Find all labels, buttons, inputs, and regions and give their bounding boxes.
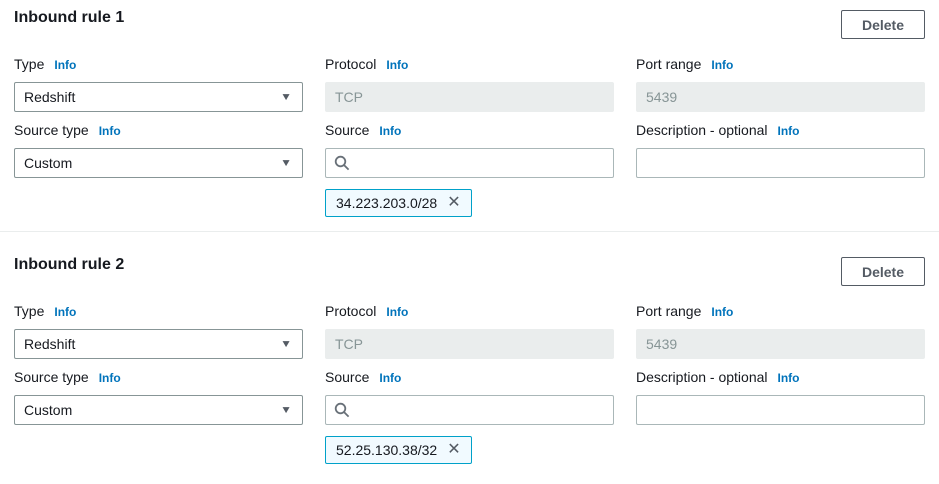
source-search-input[interactable] xyxy=(325,395,614,425)
remove-cidr-icon[interactable]: ✕ xyxy=(441,440,466,460)
description-label-row: Description - optional Info xyxy=(636,121,925,140)
protocol-field: Protocol Info xyxy=(325,302,614,359)
rule-header: Inbound rule 2 Delete xyxy=(14,255,925,286)
inbound-rule-2-section: Inbound rule 2 Delete Type Info Redshift… xyxy=(14,255,925,464)
source-type-info-link[interactable]: Info xyxy=(99,122,121,140)
source-type-label: Source type xyxy=(14,121,89,139)
description-field: Description - optional Info xyxy=(636,368,925,464)
protocol-info-link[interactable]: Info xyxy=(386,56,408,74)
source-label-row: Source Info xyxy=(325,121,614,140)
description-input[interactable] xyxy=(636,395,925,425)
type-info-link[interactable]: Info xyxy=(54,303,76,321)
source-type-info-link[interactable]: Info xyxy=(99,369,121,387)
source-search-wrap xyxy=(325,148,614,178)
rule-header: Inbound rule 1 Delete xyxy=(14,8,925,39)
port-range-info-link[interactable]: Info xyxy=(711,56,733,74)
chevron-down-icon: ▼ xyxy=(280,338,292,350)
protocol-label-row: Protocol Info xyxy=(325,55,614,74)
type-field: Type Info Redshift ▼ xyxy=(14,302,303,359)
type-select[interactable]: Redshift ▼ xyxy=(14,82,303,112)
protocol-input xyxy=(325,329,614,359)
inbound-rules-panel: Inbound rule 1 Delete Type Info Redshift… xyxy=(0,0,939,484)
source-info-link[interactable]: Info xyxy=(379,122,401,140)
source-cidr-token: 34.223.203.0/28 ✕ xyxy=(325,189,472,217)
source-search-wrap xyxy=(325,395,614,425)
port-range-label-row: Port range Info xyxy=(636,302,925,321)
description-label: Description - optional xyxy=(636,368,768,386)
type-select[interactable]: Redshift ▼ xyxy=(14,329,303,359)
source-cidr-value: 34.223.203.0/28 xyxy=(336,195,437,211)
source-type-select-value: Custom xyxy=(24,155,72,171)
type-label-row: Type Info xyxy=(14,55,303,74)
port-range-info-link[interactable]: Info xyxy=(711,303,733,321)
chevron-down-icon: ▼ xyxy=(280,157,292,169)
delete-rule-button[interactable]: Delete xyxy=(841,10,925,39)
port-range-label: Port range xyxy=(636,302,701,320)
type-select-value: Redshift xyxy=(24,89,75,105)
source-label: Source xyxy=(325,368,369,386)
source-type-select[interactable]: Custom ▼ xyxy=(14,148,303,178)
description-info-link[interactable]: Info xyxy=(778,122,800,140)
inbound-rule-1-section: Inbound rule 1 Delete Type Info Redshift… xyxy=(14,8,925,217)
rule-fields: Type Info Redshift ▼ Protocol Info Port … xyxy=(14,55,925,217)
description-label: Description - optional xyxy=(636,121,768,139)
protocol-input xyxy=(325,82,614,112)
description-label-row: Description - optional Info xyxy=(636,368,925,387)
port-range-label-row: Port range Info xyxy=(636,55,925,74)
port-range-input xyxy=(636,329,925,359)
port-range-input xyxy=(636,82,925,112)
description-input[interactable] xyxy=(636,148,925,178)
source-type-select-value: Custom xyxy=(24,402,72,418)
rule-title: Inbound rule 1 xyxy=(14,8,124,27)
source-label: Source xyxy=(325,121,369,139)
source-type-label-row: Source type Info xyxy=(14,368,303,387)
source-search-input[interactable] xyxy=(325,148,614,178)
protocol-field: Protocol Info xyxy=(325,55,614,112)
source-label-row: Source Info xyxy=(325,368,614,387)
protocol-label: Protocol xyxy=(325,55,376,73)
description-field: Description - optional Info xyxy=(636,121,925,217)
delete-rule-button[interactable]: Delete xyxy=(841,257,925,286)
type-info-link[interactable]: Info xyxy=(54,56,76,74)
chevron-down-icon: ▼ xyxy=(280,404,292,416)
section-divider xyxy=(0,231,939,232)
type-field: Type Info Redshift ▼ xyxy=(14,55,303,112)
protocol-label-row: Protocol Info xyxy=(325,302,614,321)
source-field: Source Info 34.223.203.0/28 ✕ xyxy=(325,121,614,217)
source-type-label-row: Source type Info xyxy=(14,121,303,140)
source-type-field: Source type Info Custom ▼ xyxy=(14,121,303,217)
port-range-label: Port range xyxy=(636,55,701,73)
rule-title: Inbound rule 2 xyxy=(14,255,124,274)
source-field: Source Info 52.25.130.38/32 ✕ xyxy=(325,368,614,464)
source-type-field: Source type Info Custom ▼ xyxy=(14,368,303,464)
source-info-link[interactable]: Info xyxy=(379,369,401,387)
type-label-row: Type Info xyxy=(14,302,303,321)
source-type-label: Source type xyxy=(14,368,89,386)
port-range-field: Port range Info xyxy=(636,55,925,112)
protocol-info-link[interactable]: Info xyxy=(386,303,408,321)
description-info-link[interactable]: Info xyxy=(778,369,800,387)
protocol-label: Protocol xyxy=(325,302,376,320)
type-label: Type xyxy=(14,302,44,320)
source-cidr-value: 52.25.130.38/32 xyxy=(336,442,437,458)
source-cidr-token: 52.25.130.38/32 ✕ xyxy=(325,436,472,464)
chevron-down-icon: ▼ xyxy=(280,91,292,103)
type-label: Type xyxy=(14,55,44,73)
remove-cidr-icon[interactable]: ✕ xyxy=(441,193,466,213)
port-range-field: Port range Info xyxy=(636,302,925,359)
source-type-select[interactable]: Custom ▼ xyxy=(14,395,303,425)
rule-fields: Type Info Redshift ▼ Protocol Info Port … xyxy=(14,302,925,464)
type-select-value: Redshift xyxy=(24,336,75,352)
